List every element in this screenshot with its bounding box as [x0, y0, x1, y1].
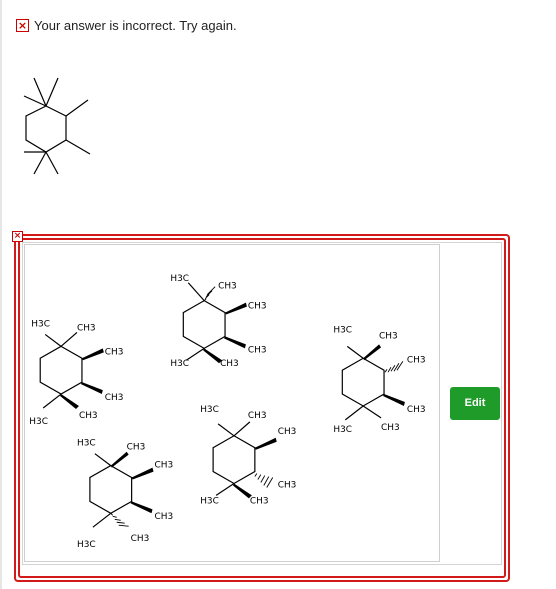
molecule-4: H3C CH3 CH3 CH3 H3C CH3	[200, 405, 296, 506]
edit-button[interactable]: Edit	[450, 387, 500, 420]
mol1-label-4: H3C	[170, 359, 189, 369]
given-molecule-drawing	[23, 77, 91, 175]
mol3-label-5: CH3	[381, 423, 400, 433]
error-x-icon: ×	[16, 19, 29, 32]
mol5-label-0: H3C	[77, 439, 96, 449]
mol4-label-0: H3C	[200, 405, 219, 415]
molecule-5: H3C CH3 CH3 CH3 H3C CH3	[77, 439, 173, 550]
feedback-message: × Your answer is incorrect. Try again.	[16, 18, 237, 33]
left-border-line	[0, 0, 2, 589]
molecule-1: H3C CH3 CH3 CH3 H3C CH3	[170, 274, 266, 369]
mol1-label-0: H3C	[170, 274, 189, 284]
feedback-text: Your answer is incorrect. Try again.	[34, 18, 237, 33]
mol4-label-5: CH3	[250, 496, 269, 506]
mol5-label-3: CH3	[154, 512, 173, 522]
mol5-label-4: H3C	[77, 540, 96, 550]
mol2-label-4: H3C	[29, 417, 48, 427]
mol2-label-3: CH3	[105, 393, 124, 403]
mol4-label-1: CH3	[248, 411, 267, 421]
mol3-label-3: CH3	[407, 405, 426, 415]
mol4-label-4: H3C	[200, 496, 219, 506]
mol4-label-3: CH3	[278, 480, 297, 490]
mol3-label-1: CH3	[379, 331, 398, 341]
mol5-label-5: CH3	[131, 534, 150, 544]
mol2-label-0: H3C	[31, 319, 50, 329]
error-marker-icon: ×	[12, 231, 23, 242]
mol5-label-2: CH3	[154, 461, 173, 471]
mol3-label-0: H3C	[333, 325, 352, 335]
molecule-2: H3C CH3 CH3 CH3 H3C CH3	[29, 319, 123, 426]
mol2-label-2: CH3	[105, 347, 124, 357]
mol3-label-4: H3C	[333, 425, 352, 435]
mol1-label-1: CH3	[218, 282, 237, 292]
mol5-label-1: CH3	[127, 443, 146, 453]
drawing-canvas[interactable]: H3C CH3 CH3 CH3 H3C CH3 H3C CH3 CH3 CH3 …	[24, 244, 440, 562]
mol1-label-5: CH3	[220, 359, 239, 369]
mol2-label-5: CH3	[79, 411, 98, 421]
mol3-label-2: CH3	[407, 355, 426, 365]
mol4-label-2: CH3	[278, 427, 297, 437]
mol1-label-3: CH3	[248, 345, 267, 355]
molecule-3: H3C CH3 CH3 CH3 H3C CH3	[333, 325, 425, 434]
mol2-label-1: CH3	[77, 323, 96, 333]
mol1-label-2: CH3	[248, 302, 267, 312]
